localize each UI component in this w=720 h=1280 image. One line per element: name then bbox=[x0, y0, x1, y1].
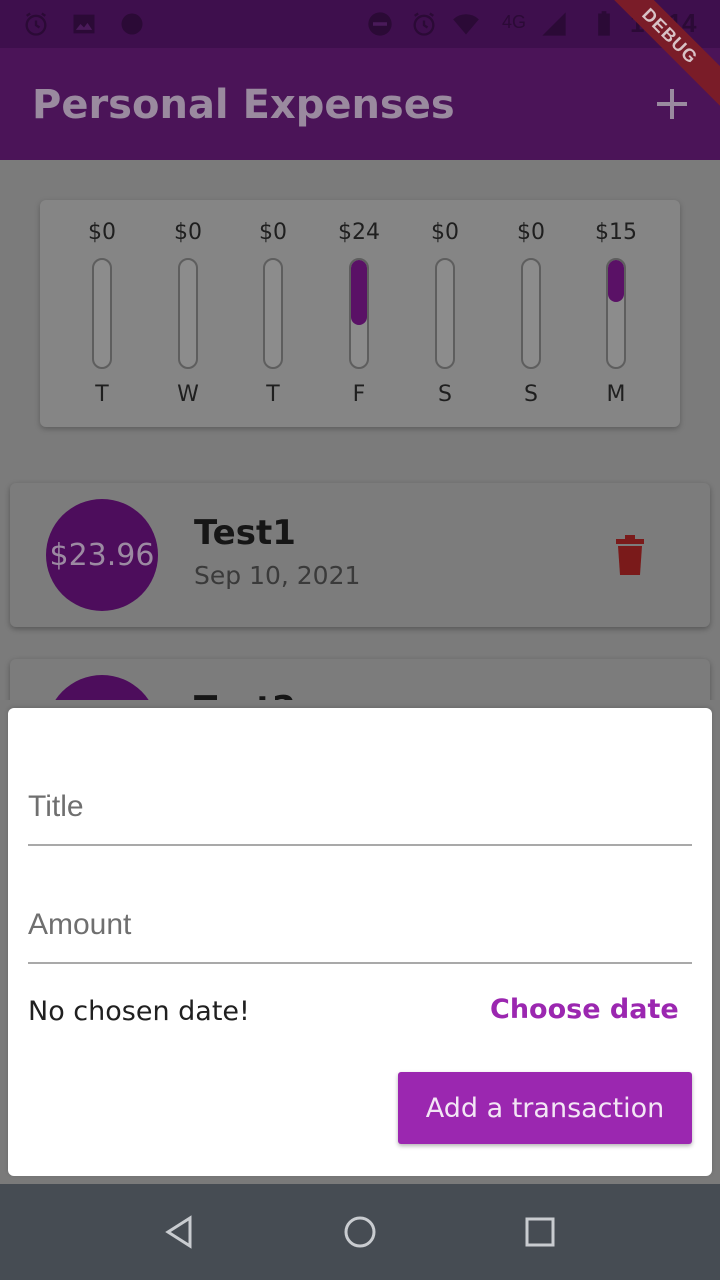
back-triangle-icon[interactable] bbox=[160, 1212, 200, 1252]
chart-bar-0: $0 T bbox=[72, 220, 132, 410]
bar-track bbox=[521, 258, 541, 369]
amount-avatar bbox=[46, 675, 158, 700]
bar-amount-label: $0 bbox=[174, 220, 202, 245]
bar-track bbox=[178, 258, 198, 369]
new-transaction-sheet: No chosen date! Choose date Add a transa… bbox=[8, 708, 712, 1176]
network-type-label: 4G bbox=[502, 12, 527, 32]
status-bar: 4G 16:14 bbox=[0, 0, 720, 48]
home-circle-icon[interactable] bbox=[340, 1212, 380, 1252]
alarm-icon bbox=[25, 12, 47, 36]
delete-icon[interactable] bbox=[614, 535, 646, 575]
title-field[interactable] bbox=[28, 766, 692, 846]
page-title: Personal Expenses bbox=[32, 82, 455, 128]
chart-bar-6: $15 M bbox=[586, 220, 646, 410]
battery-icon bbox=[598, 11, 610, 36]
system-nav-bar bbox=[0, 1184, 720, 1280]
bar-amount-label: $15 bbox=[595, 220, 637, 245]
transaction-card[interactable]: $23.96 Test1 Sep 10, 2021 bbox=[10, 483, 710, 627]
wifi-icon bbox=[453, 14, 479, 35]
cell-signal-icon bbox=[542, 12, 566, 36]
bar-amount-label: $0 bbox=[88, 220, 116, 245]
alarm-icon bbox=[413, 12, 435, 36]
main-content: $0 T $0 W $0 T $24 F $0 S $0 S $15 M $23.96 Test1 Sep… bbox=[0, 160, 720, 700]
amount-avatar: $23.96 bbox=[46, 499, 158, 611]
bar-track bbox=[263, 258, 283, 369]
add-icon[interactable] bbox=[652, 84, 692, 124]
chart-bar-2: $0 T bbox=[243, 220, 303, 410]
amount-input[interactable] bbox=[28, 908, 692, 942]
bar-fill bbox=[351, 260, 367, 326]
image-icon bbox=[73, 14, 95, 34]
do-not-disturb-icon bbox=[368, 12, 392, 36]
bar-day-label: S bbox=[524, 382, 538, 407]
recents-square-icon[interactable] bbox=[520, 1212, 560, 1252]
transaction-title: Test1 bbox=[194, 513, 296, 553]
chart-bar-5: $0 S bbox=[501, 220, 561, 410]
transaction-title: Test2 bbox=[194, 689, 296, 700]
bar-track bbox=[606, 258, 626, 369]
chart-bar-3: $24 F bbox=[329, 220, 389, 410]
bar-track bbox=[92, 258, 112, 369]
weekly-chart-card: $0 T $0 W $0 T $24 F $0 S $0 S $15 M bbox=[40, 200, 680, 427]
bar-day-label: W bbox=[177, 382, 199, 407]
bar-track bbox=[435, 258, 455, 369]
date-status-label: No chosen date! bbox=[28, 996, 250, 1027]
title-input[interactable] bbox=[28, 790, 692, 824]
amount-field[interactable] bbox=[28, 884, 692, 964]
bar-amount-label: $0 bbox=[259, 220, 287, 245]
record-icon bbox=[121, 13, 143, 35]
bar-amount-label: $0 bbox=[431, 220, 459, 245]
bar-day-label: S bbox=[438, 382, 452, 407]
bar-amount-label: $24 bbox=[338, 220, 380, 245]
transaction-card[interactable]: Test2 bbox=[10, 659, 710, 700]
add-transaction-button[interactable]: Add a transaction bbox=[398, 1072, 692, 1144]
bar-fill bbox=[608, 260, 624, 302]
app-bar: Personal Expenses bbox=[0, 48, 720, 160]
bar-day-label: F bbox=[352, 382, 366, 407]
choose-date-button[interactable]: Choose date bbox=[490, 994, 679, 1025]
bar-day-label: T bbox=[95, 382, 109, 407]
transaction-date: Sep 10, 2021 bbox=[194, 561, 361, 590]
bar-day-label: M bbox=[606, 382, 626, 407]
bar-amount-label: $0 bbox=[517, 220, 545, 245]
chart-bar-4: $0 S bbox=[415, 220, 475, 410]
bar-day-label: T bbox=[266, 382, 280, 407]
bar-track bbox=[349, 258, 369, 369]
chart-bar-1: $0 W bbox=[158, 220, 218, 410]
